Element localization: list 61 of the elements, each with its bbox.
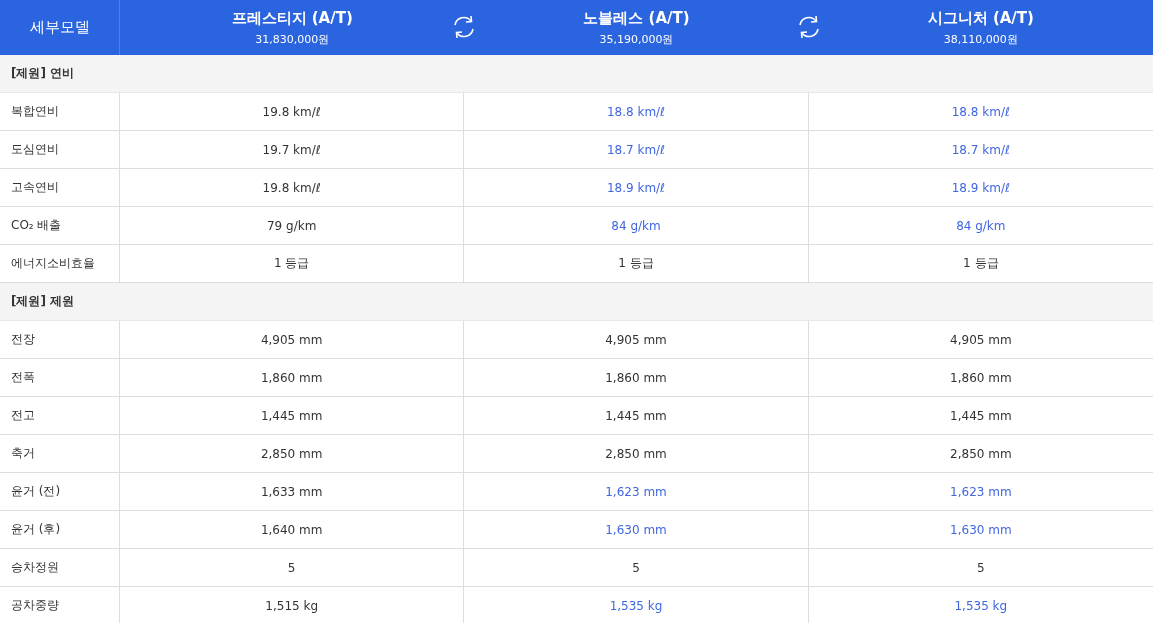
row-label: 전장 (0, 321, 120, 358)
table-cell-text: 5 (976, 559, 986, 577)
table-cell: 5 (464, 549, 809, 586)
table-cell: 18.9 km/ℓ (464, 169, 809, 206)
table-cell: 19.8 km/ℓ (120, 169, 465, 206)
table-cell-text: 2,850 mm (949, 445, 1013, 463)
table-cell: 2,850 mm (120, 435, 465, 472)
table-cell-text: 18.7 km/ℓ (950, 141, 1011, 159)
table-cell: 19.7 km/ℓ (120, 131, 465, 168)
row-label: 도심연비 (0, 131, 120, 168)
table-cell: 1,860 mm (464, 359, 809, 396)
model-price: 38,110,000원 (943, 31, 1018, 47)
row-label: 윤거 (전) (0, 473, 120, 510)
table-cell: 1,640 mm (120, 511, 465, 548)
table-cell: 1 등급 (464, 245, 809, 282)
table-cell-text: 4,905 mm (949, 331, 1013, 349)
model-name: 노블레스 (A/T) (583, 8, 690, 28)
row-label: 공차중량 (0, 587, 120, 623)
table-cell: 18.7 km/ℓ (464, 131, 809, 168)
row-label: 고속연비 (0, 169, 120, 206)
table-cell: 1,630 mm (464, 511, 809, 548)
table-cell: 1,515 kg (120, 587, 465, 623)
model-price: 35,190,000원 (599, 31, 674, 47)
row-label: 전고 (0, 397, 120, 434)
section-title: [제원] 연비 (11, 65, 75, 82)
row-label: 에너지소비효율 (0, 245, 120, 282)
table-cell-text: 1,445 mm (949, 407, 1013, 425)
table-cell: 5 (120, 549, 465, 586)
table-cell-text: 1,630 mm (949, 521, 1013, 539)
table-cell: 1,535 kg (464, 587, 809, 623)
row-label: 전폭 (0, 359, 120, 396)
table-cell-text: 84 g/km (955, 217, 1007, 235)
table-cell: 1,445 mm (120, 397, 465, 434)
model-name: 시그니처 (A/T) (927, 8, 1034, 28)
table-cell: 84 g/km (464, 207, 809, 244)
model-name: 프레스티지 (A/T) (231, 8, 353, 28)
table-cell: 1,445 mm (464, 397, 809, 434)
table-cell: 18.8 km/ℓ (464, 93, 809, 130)
column-heading: 세부모델 (29, 18, 90, 37)
table-cell: 1 등급 (120, 245, 465, 282)
table-cell-text: 1,860 mm (949, 369, 1013, 387)
table-cell: 1,633 mm (120, 473, 465, 510)
table-cell-text: 18.8 km/ℓ (950, 103, 1011, 121)
table-cell-text: 18.9 km/ℓ (950, 179, 1011, 197)
model-price: 31,830,000원 (255, 31, 330, 47)
row-label: 복합연비 (0, 93, 120, 130)
table-cell: 1,860 mm (120, 359, 465, 396)
table-cell: 2,850 mm (464, 435, 809, 472)
table-cell: 19.8 km/ℓ (120, 93, 465, 130)
row-label: CO₂ 배출 (0, 207, 120, 244)
section-title: [제원] 제원 (11, 293, 75, 310)
table-cell-text: 1 등급 (962, 255, 1000, 272)
table-cell: 4,905 mm (464, 321, 809, 358)
table-cell-text: 1,535 kg (953, 597, 1009, 615)
table-cell: 4,905 mm (120, 321, 465, 358)
table-cell: 79 g/km (120, 207, 465, 244)
table-cell-text: 1,623 mm (949, 483, 1013, 501)
row-label: 축거 (0, 435, 120, 472)
table-cell: 1,623 mm (464, 473, 809, 510)
row-label: 승차정원 (0, 549, 120, 586)
row-label: 윤거 (후) (0, 511, 120, 548)
